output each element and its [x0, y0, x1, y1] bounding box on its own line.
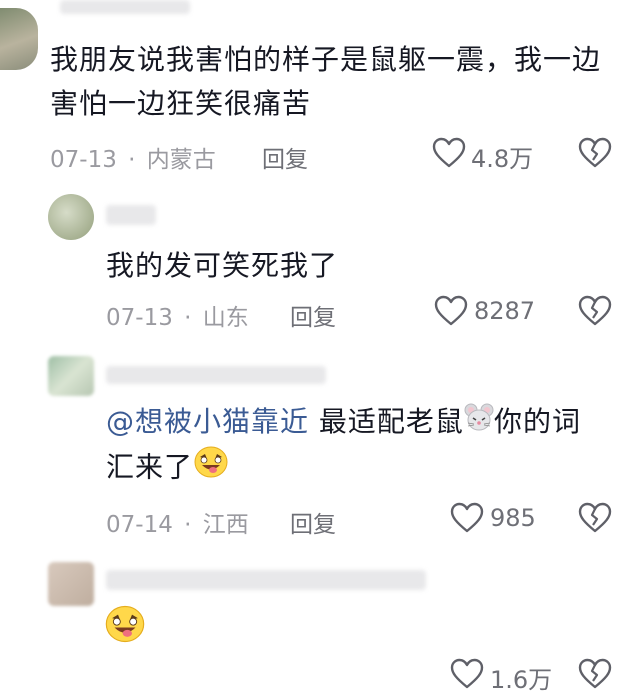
mention-link[interactable]: @想被小猫靠近: [106, 405, 309, 438]
like-count: 985: [490, 504, 536, 532]
broken-heart-icon[interactable]: [578, 137, 612, 169]
mouse-face-emoji: [464, 401, 494, 445]
username-blurred: [106, 366, 326, 384]
laughing-tongue-emoji: [104, 604, 146, 648]
broken-heart-icon[interactable]: [578, 295, 612, 327]
comment-text-part: 汇来了: [106, 450, 194, 484]
username-blurred: [60, 0, 190, 14]
meta-separator: ·: [184, 512, 192, 538]
comment-location: 内蒙古: [146, 147, 216, 173]
meta-separator: ·: [184, 305, 192, 331]
comment-meta: 07-13 · 内蒙古: [50, 140, 216, 174]
heart-outline-icon[interactable]: [434, 295, 468, 327]
username-blurred: [106, 570, 426, 590]
comment-meta: 07-14 · 江西: [106, 505, 249, 539]
heart-outline-icon[interactable]: [450, 658, 484, 690]
comment-date: 07-14: [106, 512, 173, 538]
broken-heart-icon[interactable]: [578, 658, 612, 690]
heart-outline-icon[interactable]: [432, 137, 466, 169]
comment-text-part: 你的词: [493, 405, 581, 438]
comment-text: @想被小猫靠近 最适配老鼠 你的词 汇来了: [106, 400, 616, 492]
avatar[interactable]: [48, 356, 94, 396]
like-count: 1.6万: [490, 666, 553, 694]
comment-location: 山东: [202, 305, 249, 331]
like-count: 4.8万: [471, 145, 534, 173]
reply-button[interactable]: 回复: [290, 505, 336, 539]
broken-heart-icon[interactable]: [578, 502, 612, 534]
comment-meta: 07-13 · 山东: [106, 298, 249, 332]
comment-text: 我的发可笑死我了: [106, 249, 339, 282]
reply-button[interactable]: 回复: [262, 140, 308, 174]
comment-text-part: 最适配老鼠: [318, 405, 464, 438]
username-blurred: [106, 205, 156, 225]
heart-outline-icon[interactable]: [450, 502, 484, 534]
laughing-tongue-emoji: [193, 445, 229, 492]
meta-separator: ·: [128, 147, 136, 173]
avatar[interactable]: [0, 8, 38, 70]
avatar[interactable]: [48, 562, 94, 606]
comment-date: 07-13: [106, 305, 173, 331]
comment-date: 07-13: [50, 147, 117, 173]
like-count: 8287: [474, 297, 536, 325]
reply-button[interactable]: 回复: [290, 298, 336, 332]
comment-text: 我朋友说我害怕的样子是鼠躯一震，我一边害怕一边狂笑很痛苦: [50, 43, 602, 120]
comment-location: 江西: [202, 512, 249, 538]
avatar[interactable]: [48, 194, 94, 240]
